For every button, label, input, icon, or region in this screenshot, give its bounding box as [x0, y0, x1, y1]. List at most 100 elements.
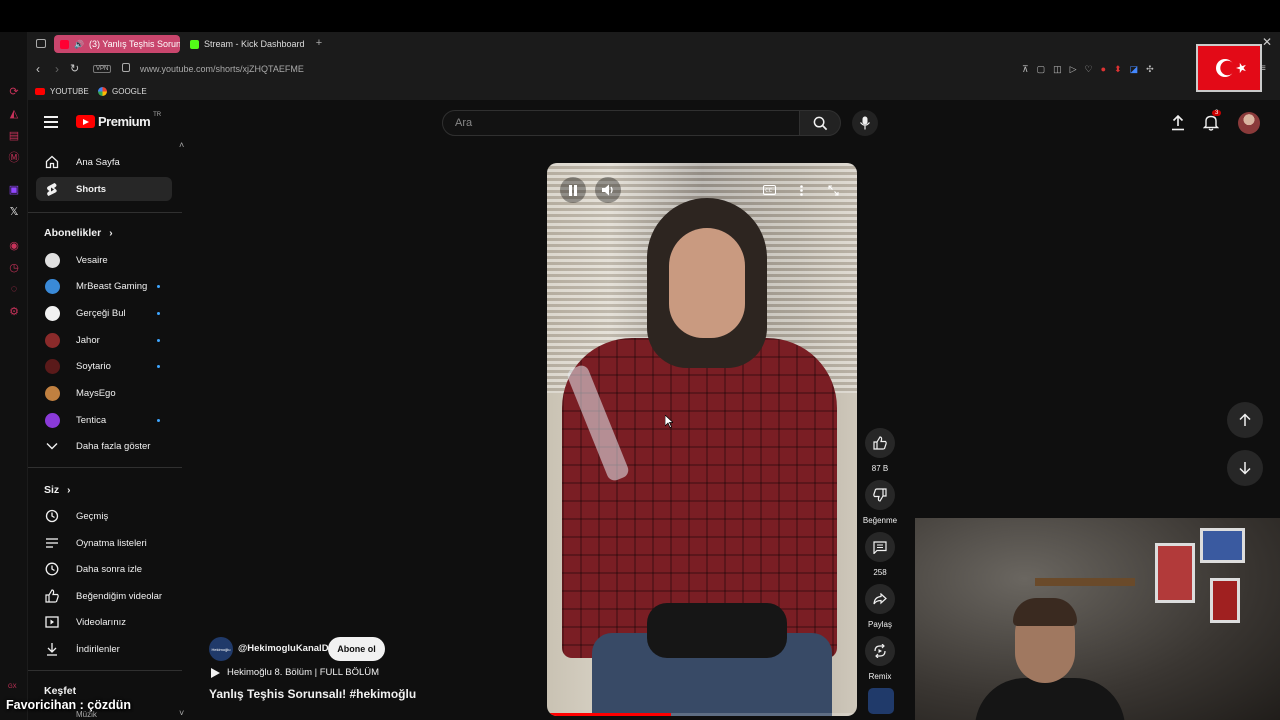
close-window-icon[interactable]: ✕: [1262, 35, 1272, 49]
hamburger-menu-icon[interactable]: [44, 116, 58, 128]
tab-label: (3) Yanlış Teşhis Sorunsalı! #hekimoğlu: [88, 39, 180, 49]
video-progress-bar[interactable]: [547, 713, 857, 716]
heart-icon[interactable]: ♡: [1085, 64, 1093, 75]
pin-icon[interactable]: ⊼: [1022, 64, 1029, 75]
back-icon[interactable]: ‹: [36, 62, 40, 76]
sound-thumbnail[interactable]: [868, 688, 894, 714]
previous-short-button[interactable]: [1227, 402, 1263, 438]
pocket-icon[interactable]: ◫: [1053, 64, 1062, 75]
settings-icon[interactable]: ⚙: [7, 304, 21, 318]
extensions-icon[interactable]: ✣: [1146, 64, 1154, 75]
sidebar-item-shorts[interactable]: Shorts: [36, 177, 172, 201]
url-field[interactable]: www.youtube.com/shorts/xjZHQTAEFME: [140, 64, 304, 74]
voice-search-button[interactable]: [852, 110, 878, 136]
show-more-button[interactable]: Daha fazla göster: [36, 434, 172, 458]
your-videos-icon: [44, 614, 60, 630]
speed-dial-icon[interactable]: ⟳: [7, 84, 21, 98]
remix-button[interactable]: [865, 636, 895, 666]
sidebar-item-playlists[interactable]: Oynatma listeleri: [36, 531, 172, 555]
subscribe-button[interactable]: Abone ol: [328, 637, 385, 661]
account-avatar[interactable]: [1238, 112, 1260, 134]
sidebar-item-subscription[interactable]: Jahor: [36, 328, 172, 352]
pause-button[interactable]: [560, 177, 586, 203]
streamer-webcam: [915, 518, 1280, 720]
lock-icon[interactable]: [122, 63, 130, 72]
sidebar-item-subscription[interactable]: Vesaire: [36, 248, 172, 272]
sidebar-item-subscription[interactable]: Gerçeği Bul: [36, 301, 172, 325]
gx-control-icon[interactable]: ◭: [7, 106, 21, 120]
next-short-button[interactable]: [1227, 450, 1263, 486]
bookmark-google[interactable]: GOOGLE: [98, 87, 147, 96]
captions-button[interactable]: CC: [756, 177, 782, 203]
channel-avatar-text: Hekimoğlu: [211, 646, 231, 652]
sidebar-item-subscription[interactable]: Soytario: [36, 355, 172, 379]
player-icon[interactable]: ◉: [7, 238, 21, 252]
vpn-badge[interactable]: VPN: [93, 65, 112, 73]
translate-icon[interactable]: ◪: [1130, 64, 1139, 75]
notifications-button[interactable]: 3: [1203, 110, 1222, 131]
gx-corner-icon[interactable]: ▤: [7, 128, 21, 142]
share-button[interactable]: [865, 584, 895, 614]
extensions-side-icon[interactable]: ◌: [7, 282, 21, 296]
related-video-link[interactable]: Hekimoğlu 8. Bölüm | FULL BÖLÜM: [211, 667, 379, 678]
sidebar-item-subscription[interactable]: MrBeast Gaming: [36, 275, 172, 299]
sidebar-item-subscription[interactable]: MaysEgo: [36, 382, 172, 406]
channel-avatar-icon: [44, 332, 60, 348]
dislike-button[interactable]: [865, 480, 895, 510]
forward-icon[interactable]: ›: [55, 62, 59, 76]
tab-manager-icon[interactable]: [36, 39, 46, 48]
x-icon[interactable]: 𝕏: [7, 204, 21, 218]
chevron-down-icon: [44, 438, 60, 454]
search-button[interactable]: [799, 110, 841, 136]
extension-red-icon[interactable]: ●: [1101, 64, 1106, 75]
shorts-video-player[interactable]: CC: [547, 163, 857, 716]
volume-button[interactable]: [595, 177, 621, 203]
twitch-icon[interactable]: ▣: [7, 182, 21, 196]
speaker-icon[interactable]: 🔊: [74, 40, 84, 49]
scroll-down-icon[interactable]: ˅: [179, 708, 184, 718]
messenger-icon[interactable]: Ⓜ: [7, 150, 21, 164]
sidebar-divider: [28, 212, 182, 213]
player-icon[interactable]: ▷: [1070, 64, 1077, 75]
history-side-icon[interactable]: ◷: [7, 260, 21, 274]
you-header[interactable]: Siz ›: [44, 484, 71, 496]
sidebar-item-label: Geçmiş: [76, 510, 109, 522]
explore-title: Keşfet: [44, 685, 77, 697]
svg-text:CC: CC: [765, 188, 772, 194]
extension-pin-icon[interactable]: ⬍: [1114, 64, 1122, 75]
comments-button[interactable]: [865, 532, 895, 562]
tab-youtube[interactable]: 🔊 (3) Yanlış Teşhis Sorunsalı! #hekimoğl…: [54, 35, 180, 53]
search-input[interactable]: Ara: [442, 110, 800, 136]
sidebar-item-history[interactable]: Geçmiş: [36, 504, 172, 528]
sidebar-item-home[interactable]: Ana Sayfa: [36, 150, 172, 174]
sidebar-item-label: MaysEgo: [76, 388, 116, 399]
sidebar-item-your-videos[interactable]: Videolarınız: [36, 610, 172, 634]
channel-avatar-icon: [44, 412, 60, 428]
snapshot-icon[interactable]: ▢: [1037, 64, 1046, 75]
like-button[interactable]: [865, 428, 895, 458]
scroll-up-icon[interactable]: ˄: [179, 140, 184, 150]
youtube-premium-logo[interactable]: Premium TR: [76, 112, 161, 129]
sidebar-item-liked-videos[interactable]: Beğendiğim videolar: [36, 584, 172, 608]
tab-kick-dashboard[interactable]: Stream - Kick Dashboard: [184, 35, 310, 53]
like-count: 87 B: [871, 464, 889, 473]
top-black-bar: [0, 0, 1280, 32]
sidebar-item-watch-later[interactable]: Daha sonra izle: [36, 557, 172, 581]
sidebar-item-downloads[interactable]: İndirilenler: [36, 637, 172, 661]
more-options-button[interactable]: [788, 177, 814, 203]
sidebar-item-subscription[interactable]: Tentica: [36, 408, 172, 432]
liked-videos-icon: [44, 588, 60, 604]
reload-icon[interactable]: ↻: [70, 62, 79, 75]
video-progress-fill: [547, 713, 671, 716]
sidebar-item-label: Gerçeği Bul: [76, 307, 126, 319]
fullscreen-button[interactable]: [820, 177, 846, 203]
channel-avatar[interactable]: Hekimoğlu: [209, 637, 233, 661]
short-title[interactable]: Yanlış Teşhis Sorunsalı! #hekimoğlu: [209, 687, 416, 701]
upload-button[interactable]: [1171, 115, 1185, 131]
you-title: Siz: [44, 484, 60, 496]
subscription-avatar: [44, 359, 60, 375]
new-tab-button[interactable]: +: [313, 37, 325, 49]
subscriptions-header[interactable]: Abonelikler ›: [44, 227, 113, 239]
bookmark-youtube[interactable]: YOUTUBE: [35, 87, 89, 96]
channel-handle[interactable]: @HekimogluKanalD: [238, 643, 329, 654]
